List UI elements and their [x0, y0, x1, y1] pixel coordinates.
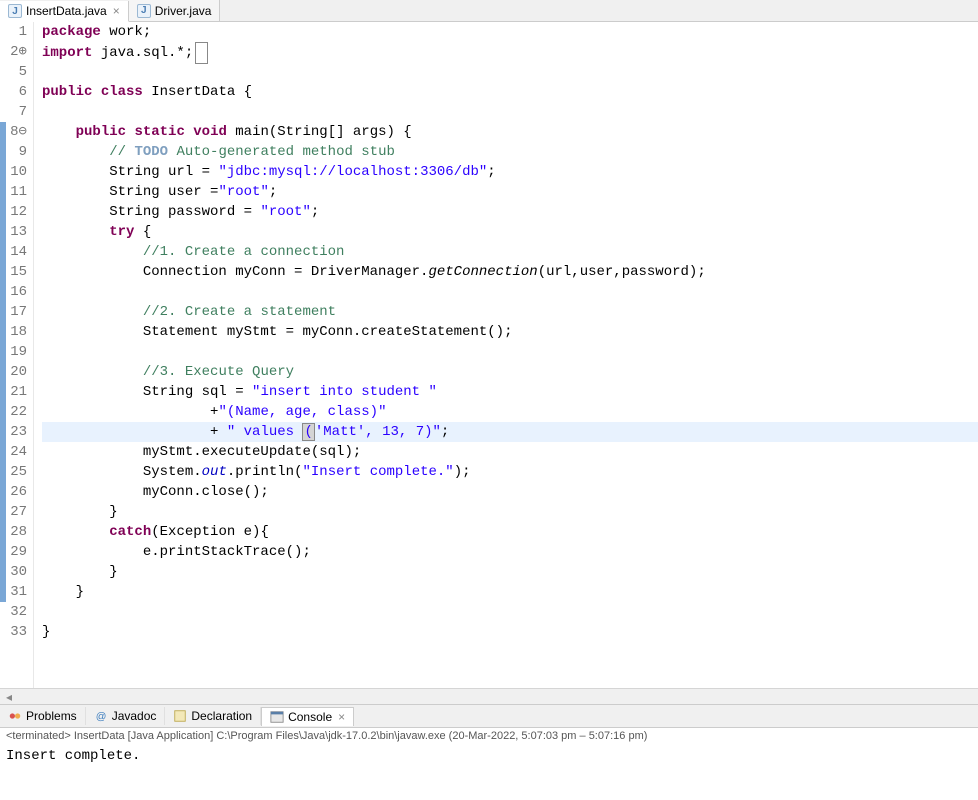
code-area[interactable]: package work;import java.sql.*; public c… [34, 22, 978, 688]
code-line[interactable] [42, 342, 978, 362]
code-line[interactable]: // TODO Auto-generated method stub [42, 142, 978, 162]
editor-tabs: J InsertData.java × J Driver.java [0, 0, 978, 22]
java-file-icon: J [8, 4, 22, 18]
console-icon [270, 710, 284, 724]
line-number: 14 [0, 242, 27, 262]
line-number: 11 [0, 182, 27, 202]
code-line[interactable]: String sql = "insert into student " [42, 382, 978, 402]
view-label: Console [288, 710, 332, 724]
code-line[interactable] [42, 282, 978, 302]
scroll-left-icon[interactable]: ◂ [2, 691, 16, 703]
line-number: 12 [0, 202, 27, 222]
code-editor[interactable]: 12⊕5678⊖91011121314151617181920212223242… [0, 22, 978, 688]
line-number: 6 [0, 82, 27, 102]
code-line[interactable]: String password = "root"; [42, 202, 978, 222]
tab-console[interactable]: Console × [261, 707, 354, 726]
tab-problems[interactable]: Problems [0, 707, 86, 725]
code-line[interactable]: package work; [42, 22, 978, 42]
console-status-line: <terminated> InsertData [Java Applicatio… [0, 728, 978, 744]
line-number: 31 [0, 582, 27, 602]
code-line[interactable]: e.printStackTrace(); [42, 542, 978, 562]
code-line[interactable]: try { [42, 222, 978, 242]
line-number: 33 [0, 622, 27, 642]
line-number: 26 [0, 482, 27, 502]
line-number: 29 [0, 542, 27, 562]
line-number: 25 [0, 462, 27, 482]
line-number: 10 [0, 162, 27, 182]
code-line[interactable] [42, 62, 978, 82]
line-number: 15 [0, 262, 27, 282]
line-number: 20 [0, 362, 27, 382]
code-line[interactable]: + " values ('Matt', 13, 7)"; [42, 422, 978, 442]
view-label: Declaration [191, 709, 252, 723]
code-line[interactable]: //1. Create a connection [42, 242, 978, 262]
code-line[interactable]: } [42, 562, 978, 582]
view-label: Javadoc [112, 709, 157, 723]
line-number: 32 [0, 602, 27, 622]
code-line[interactable]: System.out.println("Insert complete."); [42, 462, 978, 482]
tab-label: InsertData.java [26, 4, 107, 18]
code-line[interactable] [42, 602, 978, 622]
code-line[interactable]: } [42, 622, 978, 642]
line-number: 21 [0, 382, 27, 402]
code-line[interactable]: myStmt.executeUpdate(sql); [42, 442, 978, 462]
line-number: 7 [0, 102, 27, 122]
code-line[interactable]: Statement myStmt = myConn.createStatemen… [42, 322, 978, 342]
console-output[interactable]: Insert complete. [0, 744, 978, 800]
close-icon[interactable]: × [338, 710, 345, 724]
line-number: 5 [0, 62, 27, 82]
line-number: 1 [0, 22, 27, 42]
code-line[interactable]: String user ="root"; [42, 182, 978, 202]
line-number: 16 [0, 282, 27, 302]
svg-text:@: @ [95, 711, 106, 723]
line-number: 9 [0, 142, 27, 162]
code-line[interactable]: } [42, 582, 978, 602]
line-number: 24 [0, 442, 27, 462]
tab-declaration[interactable]: Declaration [165, 707, 261, 725]
code-line[interactable]: Connection myConn = DriverManager.getCon… [42, 262, 978, 282]
line-number: 30 [0, 562, 27, 582]
line-number-gutter: 12⊕5678⊖91011121314151617181920212223242… [0, 22, 34, 688]
tab-label: Driver.java [155, 4, 212, 18]
close-icon[interactable]: × [113, 4, 120, 18]
line-number: 28 [0, 522, 27, 542]
problems-icon [8, 709, 22, 723]
code-line[interactable]: //3. Execute Query [42, 362, 978, 382]
code-line[interactable]: String url = "jdbc:mysql://localhost:330… [42, 162, 978, 182]
line-number: 22 [0, 402, 27, 422]
tab-driver[interactable]: J Driver.java [129, 0, 221, 21]
code-line[interactable]: public static void main(String[] args) { [42, 122, 978, 142]
code-line[interactable] [42, 102, 978, 122]
code-line[interactable]: myConn.close(); [42, 482, 978, 502]
line-number: 8⊖ [0, 122, 27, 142]
code-line[interactable]: catch(Exception e){ [42, 522, 978, 542]
code-line[interactable]: public class InsertData { [42, 82, 978, 102]
line-number: 18 [0, 322, 27, 342]
bottom-view-tabs: Problems @ Javadoc Declaration Console × [0, 704, 978, 728]
code-line[interactable]: +"(Name, age, class)" [42, 402, 978, 422]
line-number: 17 [0, 302, 27, 322]
tab-insertdata[interactable]: J InsertData.java × [0, 1, 129, 22]
line-number: 19 [0, 342, 27, 362]
tab-javadoc[interactable]: @ Javadoc [86, 707, 166, 725]
code-line[interactable]: } [42, 502, 978, 522]
code-line[interactable]: import java.sql.*; [42, 42, 978, 62]
horizontal-scrollbar[interactable]: ◂ [0, 688, 978, 704]
line-number: 13 [0, 222, 27, 242]
java-file-icon: J [137, 4, 151, 18]
view-label: Problems [26, 709, 77, 723]
declaration-icon [173, 709, 187, 723]
code-line[interactable]: //2. Create a statement [42, 302, 978, 322]
line-number: 27 [0, 502, 27, 522]
line-number: 23 [0, 422, 27, 442]
javadoc-icon: @ [94, 709, 108, 723]
line-number: 2⊕ [0, 42, 27, 62]
